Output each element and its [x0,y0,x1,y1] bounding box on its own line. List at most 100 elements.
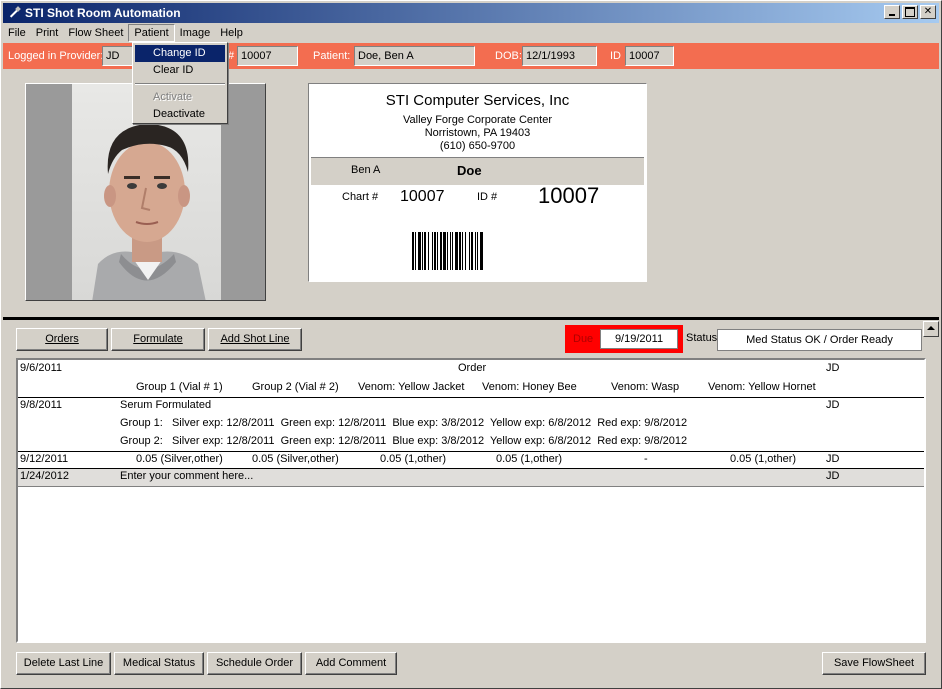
id-label: ID [610,50,621,62]
company-phone: (610) 650-9700 [439,140,516,152]
row-user: JD [826,453,840,465]
row-date: 9/6/2011 [20,362,63,374]
menu-separator [135,83,225,85]
orders-button[interactable]: Orders [16,328,108,351]
barcode-bar [471,232,473,270]
section-divider [3,317,939,320]
header-group2: Group 2 (Vial # 2) [252,381,339,393]
menu-activate: Activate [153,91,193,103]
barcode-bar [477,232,478,270]
provider-field[interactable]: JD [102,46,134,66]
header-honey-bee: Venom: Honey Bee [482,381,577,393]
barcode-bar [480,232,483,270]
header-yellow-hornet: Venom: Yellow Hornet [708,381,816,393]
barcode-bar [424,232,426,270]
delete-last-line-button[interactable]: Delete Last Line [16,652,111,675]
close-button[interactable]: ✕ [920,5,936,19]
barcode-bar [452,232,453,270]
barcode-bar [415,232,416,270]
row-user: JD [826,362,840,374]
company-address-2: Norristown, PA 19403 [424,127,531,139]
order-row[interactable]: 9/6/2011 Order JD [18,362,924,380]
barcode-bar [447,232,448,270]
add-comment-button[interactable]: Add Comment [305,652,397,675]
patient-label: Patient: [313,50,351,62]
header-group1: Group 1 (Vial # 1) [136,381,223,393]
shot-cell: - [644,453,648,465]
minimize-button[interactable] [884,5,900,19]
menu-print[interactable]: Print [31,24,64,42]
group1-expirations: Group 1: Silver exp: 12/8/2011 Green exp… [120,417,688,429]
barcode-bar [422,232,423,270]
id-field[interactable]: 10007 [625,46,674,66]
due-date-field[interactable]: 9/19/2011 [600,329,678,349]
barcode-bar [475,232,476,270]
row-title: Order [458,362,487,374]
shot-cell: 0.05 (1,other) [380,453,447,465]
menu-clear-id[interactable]: Clear ID [135,62,225,79]
shot-cell: 0.05 (1,other) [730,453,797,465]
menu-help[interactable]: Help [215,24,248,42]
card-first-name: Ben A [351,164,381,176]
barcode-bar [443,232,446,270]
barcode-bar [412,232,414,270]
menu-file[interactable]: File [3,24,31,42]
barcode-bar [432,232,433,270]
card-last-name: Doe [457,163,482,178]
dob-label: DOB: [495,50,522,62]
barcode-bar [459,232,461,270]
patient-menu-dropdown: Change ID Clear ID Activate Deactivate [132,42,228,124]
syringe-icon [7,6,21,20]
due-box: Due 9/19/2011 [565,325,683,353]
maximize-button[interactable] [902,5,918,19]
status-field: Med Status OK / Order Ready [717,329,922,351]
row-title: Serum Formulated [120,399,212,411]
flowsheet-grid[interactable]: 9/6/2011 Order JD Group 1 (Vial # 1) Gro… [16,358,926,643]
row-user: JD [826,399,840,411]
menu-change-id[interactable]: Change ID [135,45,225,62]
barcode-bar [418,232,421,270]
window-title: STI Shot Room Automation [25,6,181,20]
row-user: JD [826,470,840,482]
chart-field[interactable]: 10007 [237,46,298,66]
logged-in-provider-label: Logged in Provider: [8,50,104,62]
comment-row[interactable]: 1/24/2012 Enter your comment here... JD [18,469,924,486]
title-bar[interactable]: STI Shot Room Automation ✕ [3,3,939,23]
header-wasp: Venom: Wasp [611,381,680,393]
barcode-bar [465,232,466,270]
add-shot-line-button[interactable]: Add Shot Line [208,328,302,351]
menu-bar: File Print Flow Sheet Patient Image Help [3,24,939,42]
card-id-value: 10007 [538,183,600,208]
save-flowsheet-button[interactable]: Save FlowSheet [822,652,926,675]
patient-field[interactable]: Doe, Ben A [354,46,475,66]
header-yellow-jacket: Venom: Yellow Jacket [358,381,465,393]
main-window: STI Shot Room Automation ✕ File Print Fl… [0,0,942,689]
dob-field[interactable]: 12/1/1993 [522,46,597,66]
menu-flow-sheet[interactable]: Flow Sheet [63,24,128,42]
card-chart-label: Chart # [342,191,379,203]
shot-row[interactable]: 9/12/2011 0.05 (Silver,other) 0.05 (Silv… [18,453,924,469]
card-id-label: ID # [477,191,498,203]
menu-image[interactable]: Image [175,24,216,42]
menu-patient[interactable]: Patient [128,24,175,42]
column-headers: Group 1 (Vial # 1) Group 2 (Vial # 2) Ve… [18,381,924,397]
barcode [412,232,483,270]
company-address-1: Valley Forge Corporate Center [403,114,552,126]
card-name-band: Ben A Doe [311,157,644,185]
card-chart-value: 10007 [400,188,445,205]
barcode-bar [462,232,463,270]
row-date: 1/24/2012 [20,470,69,482]
shot-cell: 0.05 (Silver,other) [252,453,339,465]
patient-card: STI Computer Services, Inc Valley Forge … [308,83,647,282]
formulate-button[interactable]: Formulate [111,328,205,351]
barcode-bar [450,232,451,270]
comment-input[interactable]: Enter your comment here... [120,470,253,482]
due-label: Due [573,333,594,345]
barcode-bar [469,232,470,270]
scroll-up-arrow-icon[interactable] [923,321,939,337]
schedule-order-button[interactable]: Schedule Order [207,652,302,675]
shot-cell: 0.05 (Silver,other) [136,453,223,465]
menu-deactivate[interactable]: Deactivate [135,106,225,123]
medical-status-button[interactable]: Medical Status [114,652,204,675]
formulated-row[interactable]: 9/8/2011 Serum Formulated JD Group 1: Si… [18,399,924,453]
